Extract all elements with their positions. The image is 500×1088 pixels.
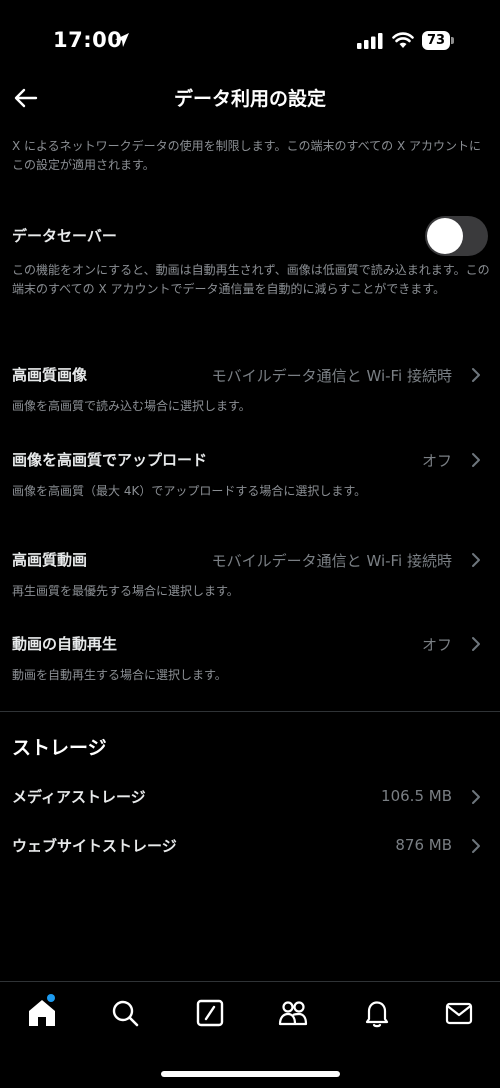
tab-messages[interactable] — [442, 996, 476, 1030]
storage-section-title: ストレージ — [12, 737, 107, 759]
setting-value: モバイルデータ通信と Wi-Fi 接続時 — [211, 367, 452, 385]
storage-label: ウェブサイトストレージ — [12, 837, 177, 855]
storage-value: 106.5 MB — [381, 787, 452, 805]
search-icon — [112, 1000, 139, 1027]
page-title: データ利用の設定 — [173, 88, 326, 110]
chevron-right-icon — [472, 553, 480, 567]
data-saver-toggle[interactable] — [425, 216, 488, 256]
communities-icon — [278, 1001, 308, 1026]
data-saver-description: この機能をオンにすると、動画は自動再生されず、画像は低画質で読み込まれます。この… — [12, 263, 490, 296]
tab-search[interactable] — [108, 996, 142, 1030]
intro-description: X によるネットワークデータの使用を制限します。この端末のすべての X アカウン… — [12, 139, 482, 172]
wifi-icon — [392, 32, 414, 48]
storage-label: メディアストレージ — [12, 788, 146, 806]
setting-label: 画像を高画質でアップロード — [12, 451, 208, 469]
home-notification-dot — [47, 994, 55, 1002]
status-time: 17:00 — [53, 28, 123, 52]
setting-row-hq-images[interactable]: 高画質画像 モバイルデータ通信と Wi-Fi 接続時 — [0, 360, 500, 390]
chevron-right-icon — [472, 637, 480, 651]
setting-description-hq-upload: 画像を高画質（最大 4K）でアップロードする場合に選択します。 — [12, 484, 367, 498]
chevron-right-icon — [472, 839, 480, 853]
navigation-bar: データ利用の設定 — [0, 72, 500, 124]
home-icon — [29, 1000, 55, 1026]
battery-indicator: 73 — [422, 31, 454, 50]
mail-icon — [445, 1002, 473, 1025]
cellular-signal-icon — [357, 33, 383, 49]
tab-compose[interactable] — [193, 996, 227, 1030]
setting-label: 高画質動画 — [12, 551, 88, 569]
bell-icon — [365, 1001, 389, 1028]
compose-icon — [196, 999, 224, 1027]
section-divider — [0, 711, 500, 712]
setting-row-autoplay[interactable]: 動画の自動再生 オフ — [0, 629, 500, 659]
data-saver-label: データセーバー — [12, 227, 117, 245]
storage-row-website[interactable]: ウェブサイトストレージ 876 MB — [0, 831, 500, 861]
setting-label: 高画質画像 — [12, 366, 88, 384]
home-indicator[interactable] — [161, 1071, 340, 1077]
battery-tip — [451, 37, 454, 44]
setting-value: オフ — [421, 636, 452, 654]
storage-value: 876 MB — [395, 836, 452, 854]
setting-value: モバイルデータ通信と Wi-Fi 接続時 — [211, 552, 452, 570]
setting-description-hq-images: 画像を高画質で読み込む場合に選択します。 — [12, 399, 251, 413]
tab-home[interactable] — [25, 994, 59, 1030]
status-bar: 17:00 73 — [0, 0, 500, 80]
setting-description-hq-video: 再生画質を最優先する場合に選択します。 — [12, 584, 239, 598]
tab-communities[interactable] — [276, 996, 310, 1030]
setting-row-hq-upload[interactable]: 画像を高画質でアップロード オフ — [0, 445, 500, 475]
chevron-right-icon — [472, 453, 480, 467]
chevron-right-icon — [472, 790, 480, 804]
setting-label: 動画の自動再生 — [12, 635, 118, 653]
setting-value: オフ — [421, 452, 452, 470]
storage-row-media[interactable]: メディアストレージ 106.5 MB — [0, 782, 500, 812]
battery-level: 73 — [422, 31, 450, 50]
toggle-knob — [427, 218, 463, 254]
location-arrow-icon — [115, 33, 129, 47]
chevron-right-icon — [472, 368, 480, 382]
setting-row-hq-video[interactable]: 高画質動画 モバイルデータ通信と Wi-Fi 接続時 — [0, 545, 500, 575]
setting-description-autoplay: 動画を自動再生する場合に選択します。 — [12, 668, 227, 682]
tab-notifications[interactable] — [360, 996, 394, 1030]
